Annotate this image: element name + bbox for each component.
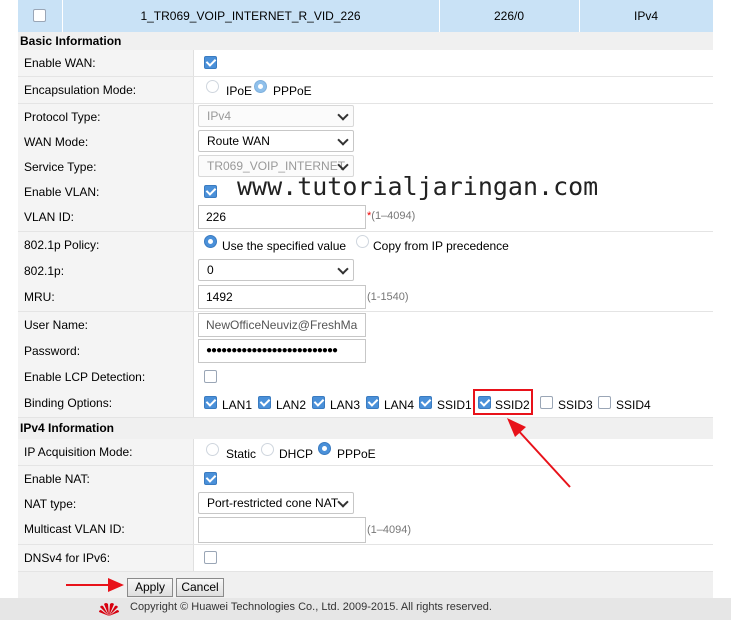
annotation-arrow-icon bbox=[66, 418, 571, 592]
